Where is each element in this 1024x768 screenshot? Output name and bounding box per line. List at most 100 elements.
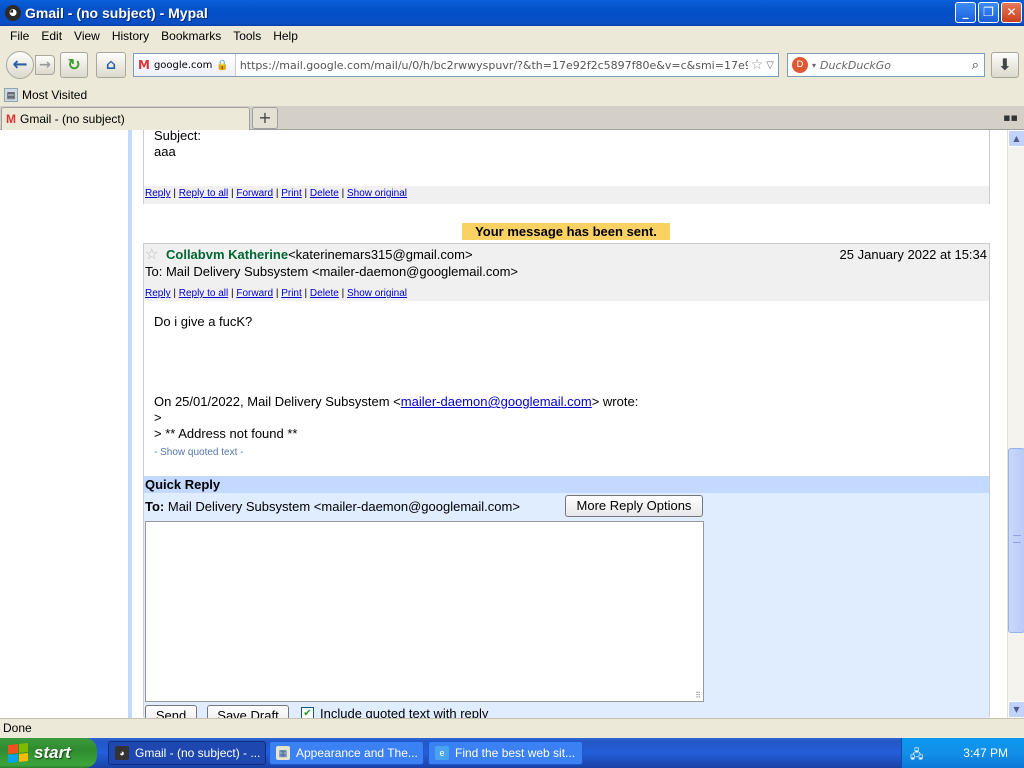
navigation-toolbar: ← → ↻ ⌂ M google.com 🔒 https://mail.goog… xyxy=(0,46,1024,84)
start-button[interactable]: start xyxy=(0,738,97,768)
star-icon[interactable]: ☆ xyxy=(145,245,158,263)
quoted-text: On 25/01/2022, Mail Delivery Subsystem <… xyxy=(154,394,638,442)
menu-bookmarks[interactable]: Bookmarks xyxy=(155,29,227,43)
bookmarks-toolbar: ▤ Most Visited xyxy=(0,84,1024,106)
print-link[interactable]: Print xyxy=(281,188,302,199)
more-reply-options-button[interactable]: More Reply Options xyxy=(565,495,703,517)
back-button[interactable]: ← xyxy=(6,51,34,79)
quote-intro-post: > wrote: xyxy=(591,394,639,409)
reply-textarea[interactable]: ⠿ xyxy=(145,521,704,702)
search-engine-dropdown-icon[interactable]: ▾ xyxy=(812,61,816,70)
url-text[interactable]: https://mail.google.com/mail/u/0/h/bc2rw… xyxy=(236,59,748,72)
taskbar-item-find-web[interactable]: e Find the best web sit... xyxy=(428,741,583,765)
menu-edit[interactable]: Edit xyxy=(35,29,68,43)
bookmark-most-visited[interactable]: Most Visited xyxy=(22,88,87,102)
forward-link[interactable]: Forward xyxy=(236,188,273,199)
reload-icon: ↻ xyxy=(67,55,81,74)
forward-arrow-icon: → xyxy=(39,57,51,73)
mypal-app-icon: ◕ xyxy=(5,5,21,21)
tab-bar: M Gmail - (no subject) + ▪▪ xyxy=(0,106,1024,130)
show-original-link[interactable]: Show original xyxy=(347,288,407,299)
quick-reply-recipient: To: Mail Delivery Subsystem <mailer-daem… xyxy=(145,499,520,514)
sender: Collabvm Katherine<katerinemars315@gmail… xyxy=(166,247,473,262)
menu-history[interactable]: History xyxy=(106,29,155,43)
menu-help[interactable]: Help xyxy=(267,29,304,43)
message-sent-notice: Your message has been sent. xyxy=(462,223,670,240)
forward-button[interactable]: → xyxy=(35,55,55,75)
subject-value: aaa xyxy=(154,144,176,159)
menu-bar: File Edit View History Bookmarks Tools H… xyxy=(0,26,1024,46)
quick-reply-to-value: Mail Delivery Subsystem <mailer-daemon@g… xyxy=(167,499,520,514)
reply-all-link[interactable]: Reply to all xyxy=(179,188,228,199)
downloads-button[interactable]: ⬇ xyxy=(991,52,1019,78)
quote-email-link[interactable]: mailer-daemon@googlemail.com xyxy=(401,394,592,409)
title-bar: ◕ Gmail - (no subject) - Mypal _ ❐ ✕ xyxy=(0,0,1024,26)
subject-label: Subject: xyxy=(154,130,201,143)
home-button[interactable]: ⌂ xyxy=(96,52,126,78)
close-button[interactable]: ✕ xyxy=(1001,2,1022,23)
duckduckgo-icon[interactable]: D xyxy=(792,57,808,73)
vertical-scrollbar[interactable]: ▲ ▼ xyxy=(1007,130,1024,718)
quote-line: > xyxy=(154,410,162,425)
show-quoted-text-link[interactable]: - Show quoted text - xyxy=(154,447,244,458)
reply-link[interactable]: Reply xyxy=(145,288,171,299)
bookmark-star-icon[interactable]: ☆ xyxy=(748,57,767,73)
mypal-icon: ◕ xyxy=(115,746,129,760)
message-header: ☆ Collabvm Katherine<katerinemars315@gma… xyxy=(144,244,989,301)
reply-link[interactable]: Reply xyxy=(145,188,171,199)
delete-link[interactable]: Delete xyxy=(310,288,339,299)
scroll-down-button[interactable]: ▼ xyxy=(1008,701,1024,718)
network-icon[interactable]: 🖧 xyxy=(910,745,928,761)
sender-email: <katerinemars315@gmail.com> xyxy=(288,247,473,262)
send-button[interactable]: Send xyxy=(145,705,197,718)
reload-button[interactable]: ↻ xyxy=(60,52,88,78)
delete-link[interactable]: Delete xyxy=(310,188,339,199)
print-link[interactable]: Print xyxy=(281,288,302,299)
resize-grip-icon[interactable]: ⠿ xyxy=(695,691,701,700)
message-recipient: To: Mail Delivery Subsystem <mailer-daem… xyxy=(145,264,519,279)
scrollbar-thumb[interactable] xyxy=(1008,448,1024,633)
minimize-button[interactable]: _ xyxy=(955,2,976,23)
new-tab-button[interactable]: + xyxy=(252,107,278,129)
menu-view[interactable]: View xyxy=(68,29,106,43)
previous-message-body: Subject: aaa xyxy=(154,130,201,160)
url-bar[interactable]: M google.com 🔒 https://mail.google.com/m… xyxy=(133,53,779,77)
download-arrow-icon: ⬇ xyxy=(998,55,1012,74)
show-original-link[interactable]: Show original xyxy=(347,188,407,199)
back-arrow-icon: ← xyxy=(12,54,28,75)
quote-intro-pre: On 25/01/2022, Mail Delivery Subsystem < xyxy=(154,394,401,409)
quick-reply-panel: To: Mail Delivery Subsystem <mailer-daem… xyxy=(144,493,989,718)
menu-file[interactable]: File xyxy=(4,29,35,43)
quick-reply-heading: Quick Reply xyxy=(144,476,989,493)
lock-icon: 🔒 xyxy=(216,59,229,71)
taskbar-item-appearance[interactable]: ▦ Appearance and The... xyxy=(269,741,424,765)
search-bar[interactable]: D ▾ DuckDuckGo ⌕ xyxy=(787,53,985,77)
site-identity[interactable]: M google.com 🔒 xyxy=(134,54,236,76)
search-input[interactable]: DuckDuckGo xyxy=(820,59,972,72)
url-dropdown-icon[interactable]: ▽ xyxy=(766,60,778,71)
clock[interactable]: 3:47 PM xyxy=(963,746,1008,760)
bookmark-folder-icon: ▤ xyxy=(4,88,18,102)
quick-reply-to-label: To: xyxy=(145,499,165,514)
message-actions: Reply | Reply to all | Forward | Print |… xyxy=(144,186,989,204)
scroll-up-button[interactable]: ▲ xyxy=(1008,130,1024,147)
include-quoted-label: Include quoted text with reply xyxy=(320,706,489,718)
forward-link[interactable]: Forward xyxy=(236,288,273,299)
left-column-divider xyxy=(128,130,132,718)
message-actions: Reply | Reply to all | Forward | Print |… xyxy=(145,288,408,299)
taskbar-item-gmail[interactable]: ◕ Gmail - (no subject) - ... xyxy=(108,741,266,765)
start-label: start xyxy=(34,743,71,762)
tab-gmail[interactable]: M Gmail - (no subject) xyxy=(1,107,250,130)
current-message: ☆ Collabvm Katherine<katerinemars315@gma… xyxy=(143,243,990,718)
search-icon[interactable]: ⌕ xyxy=(972,58,984,73)
reply-all-link[interactable]: Reply to all xyxy=(179,288,228,299)
message-date: 25 January 2022 at 15:34 xyxy=(839,247,987,262)
include-quoted-checkbox[interactable]: ✔ xyxy=(301,707,314,718)
tab-list-icon[interactable]: ▪▪ xyxy=(1003,111,1018,124)
internet-explorer-icon: e xyxy=(435,746,449,760)
menu-tools[interactable]: Tools xyxy=(227,29,267,43)
window-controls: _ ❐ ✕ xyxy=(955,2,1022,23)
save-draft-button[interactable]: Save Draft xyxy=(207,705,289,718)
previous-message: Subject: aaa Reply | Reply to all | Forw… xyxy=(143,130,990,204)
maximize-button[interactable]: ❐ xyxy=(978,2,999,23)
